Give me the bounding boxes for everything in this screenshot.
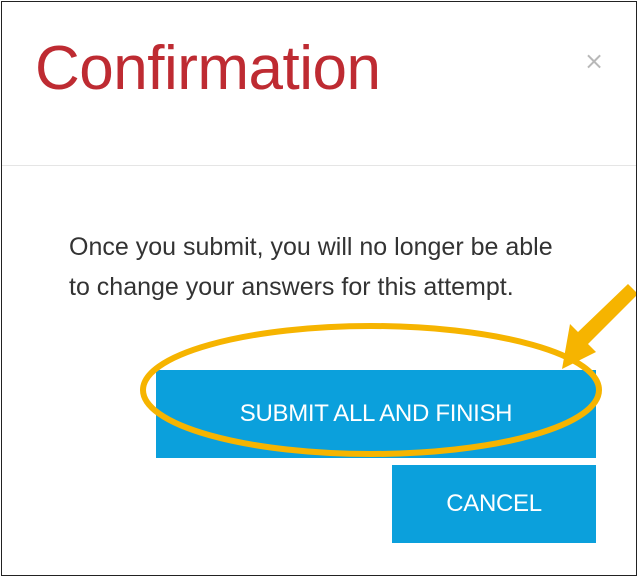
cancel-button-label: CANCEL (446, 490, 542, 517)
dialog-title: Confirmation (35, 34, 381, 103)
cancel-button[interactable]: CANCEL (392, 465, 596, 543)
confirmation-dialog: Confirmation × Once you submit, you will… (1, 1, 637, 576)
dialog-message: Once you submit, you will no longer be a… (69, 233, 553, 301)
dialog-header: Confirmation × (2, 2, 636, 166)
submit-all-and-finish-button[interactable]: SUBMIT ALL AND FINISH (156, 370, 596, 458)
submit-button-label: SUBMIT ALL AND FINISH (239, 400, 513, 427)
arrow-pointer-icon (562, 284, 636, 369)
close-icon[interactable]: × (579, 46, 609, 76)
